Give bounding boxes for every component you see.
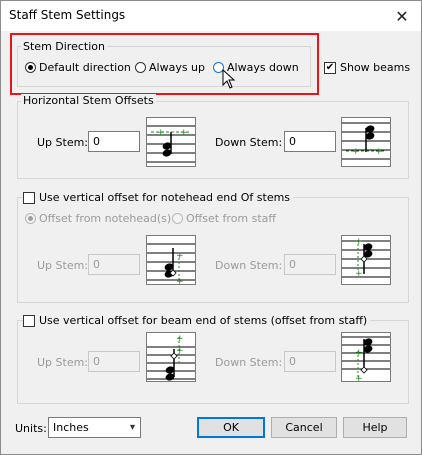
h-down-stem-input[interactable] [284, 131, 336, 152]
units-dropdown-value: Inches [53, 421, 89, 434]
svg-text:+: + [180, 128, 188, 138]
mouse-pointer-icon [222, 69, 236, 89]
staff-stem-settings-dialog: Staff Stem Settings ✕ Stem Direction Def… [0, 0, 422, 455]
horizontal-offsets-label: Horizontal Stem Offsets [21, 94, 156, 107]
svg-text:+: + [352, 147, 360, 157]
vertical-notehead-checkbox[interactable]: Use vertical offset for notehead end Of … [23, 191, 294, 204]
units-dropdown[interactable]: Inches ▾ [48, 417, 141, 438]
svg-text:+: + [176, 334, 184, 344]
svg-text:+: + [355, 374, 363, 381]
h-up-stem-preview: + + [146, 117, 196, 167]
vertical-notehead-check-square [23, 191, 35, 204]
radio-offset-from-notehead[interactable]: Offset from notehead(s) [25, 212, 171, 225]
vertical-notehead-checkbox-label: Use vertical offset for notehead end Of … [39, 191, 291, 204]
vn-up-stem-preview: + + [146, 235, 196, 285]
h-down-stem-label: Down Stem: [215, 136, 283, 149]
close-icon: ✕ [395, 6, 409, 26]
window-title: Staff Stem Settings [9, 8, 126, 22]
radio-offset-from-staff-label: Offset from staff [186, 212, 277, 225]
h-down-stem-preview: + + [341, 117, 391, 167]
radio-offset-from-notehead-circle [25, 213, 36, 224]
vertical-beam-check-square [23, 314, 35, 327]
vn-up-stem-label: Up Stem: [37, 259, 89, 272]
svg-text:+: + [176, 346, 184, 356]
svg-text:+: + [375, 147, 383, 157]
svg-text:+: + [157, 128, 165, 138]
vb-up-stem-preview: + + [146, 332, 196, 382]
annotation-highlight-box [10, 33, 319, 95]
h-up-stem-input[interactable] [88, 131, 140, 152]
chevron-down-icon: ▾ [129, 422, 135, 433]
title-bar: Staff Stem Settings ✕ [1, 1, 421, 31]
vb-down-stem-input[interactable] [284, 351, 336, 372]
units-label: Units: [15, 422, 47, 435]
svg-text:+: + [176, 277, 184, 284]
svg-text:+: + [355, 237, 363, 247]
vb-down-stem-label: Down Stem: [215, 356, 283, 369]
vb-down-stem-preview: + + [341, 332, 391, 382]
show-beams-checkbox[interactable]: ✔ Show beams [324, 61, 410, 74]
vn-down-stem-input[interactable] [284, 254, 336, 275]
vertical-beam-checkbox[interactable]: Use vertical offset for beam end of stem… [23, 314, 371, 327]
radio-offset-from-staff-circle [172, 213, 183, 224]
svg-text:+: + [355, 269, 363, 279]
radio-offset-from-notehead-label: Offset from notehead(s) [39, 212, 172, 225]
svg-text:+: + [176, 251, 184, 261]
vertical-beam-checkbox-label: Use vertical offset for beam end of stem… [39, 314, 368, 327]
radio-offset-from-staff[interactable]: Offset from staff [172, 212, 276, 225]
vb-up-stem-input[interactable] [88, 351, 140, 372]
vb-up-stem-label: Up Stem: [37, 356, 89, 369]
h-up-stem-label: Up Stem: [37, 136, 89, 149]
show-beams-checkmark-icon: ✔ [324, 61, 336, 74]
cancel-button[interactable]: Cancel [271, 417, 337, 438]
ok-button[interactable]: OK [197, 417, 265, 438]
close-button[interactable]: ✕ [387, 3, 417, 29]
help-button[interactable]: Help [343, 417, 407, 438]
show-beams-label: Show beams [340, 61, 411, 74]
svg-text:+: + [355, 348, 363, 358]
vn-down-stem-label: Down Stem: [215, 259, 283, 272]
vn-down-stem-preview: + + [341, 235, 391, 285]
vn-up-stem-input[interactable] [88, 254, 140, 275]
